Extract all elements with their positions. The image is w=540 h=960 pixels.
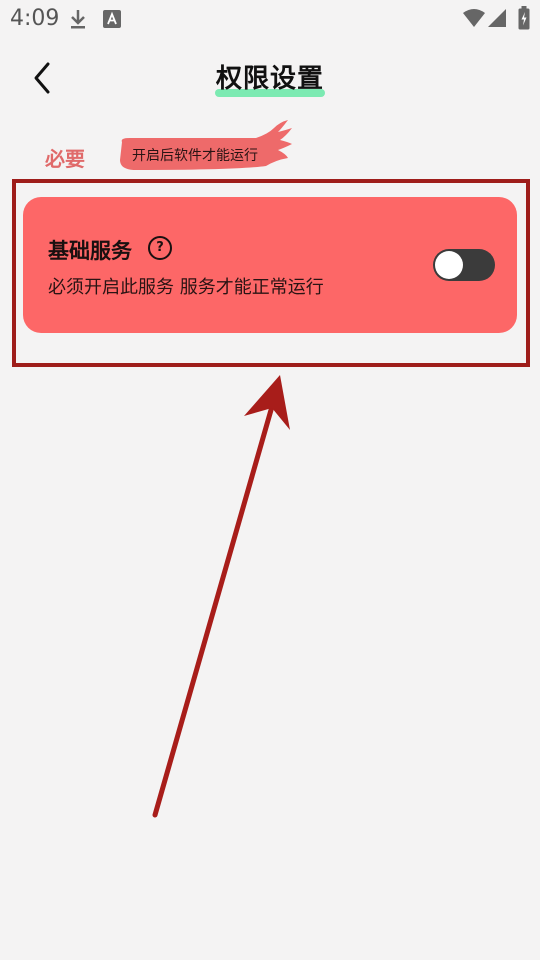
section-label: 必要 [45,147,85,171]
service-title: 基础服务 [48,239,132,263]
permission-settings-screen: 4:09 权限设置 必要 开启后软件才能运行 基础服务 ? 必须开启此服务 服务… [0,0,540,960]
toggle-knob [435,251,463,279]
app-a-icon [103,10,121,28]
wifi-icon [463,9,485,27]
basic-service-toggle[interactable] [433,249,495,281]
section-tag: 开启后软件才能运行 [116,120,296,172]
page-title: 权限设置 [215,64,324,94]
section-tag-text: 开启后软件才能运行 [132,148,258,164]
status-bar: 4:09 [0,0,540,40]
download-icon [71,10,85,29]
status-time: 4:09 [10,6,60,31]
help-icon[interactable]: ? [148,236,172,260]
signal-icon [488,9,506,27]
battery-icon [518,6,530,30]
basic-service-card: 基础服务 ? 必须开启此服务 服务才能正常运行 [23,197,517,333]
service-description: 必须开启此服务 服务才能正常运行 [48,277,324,298]
